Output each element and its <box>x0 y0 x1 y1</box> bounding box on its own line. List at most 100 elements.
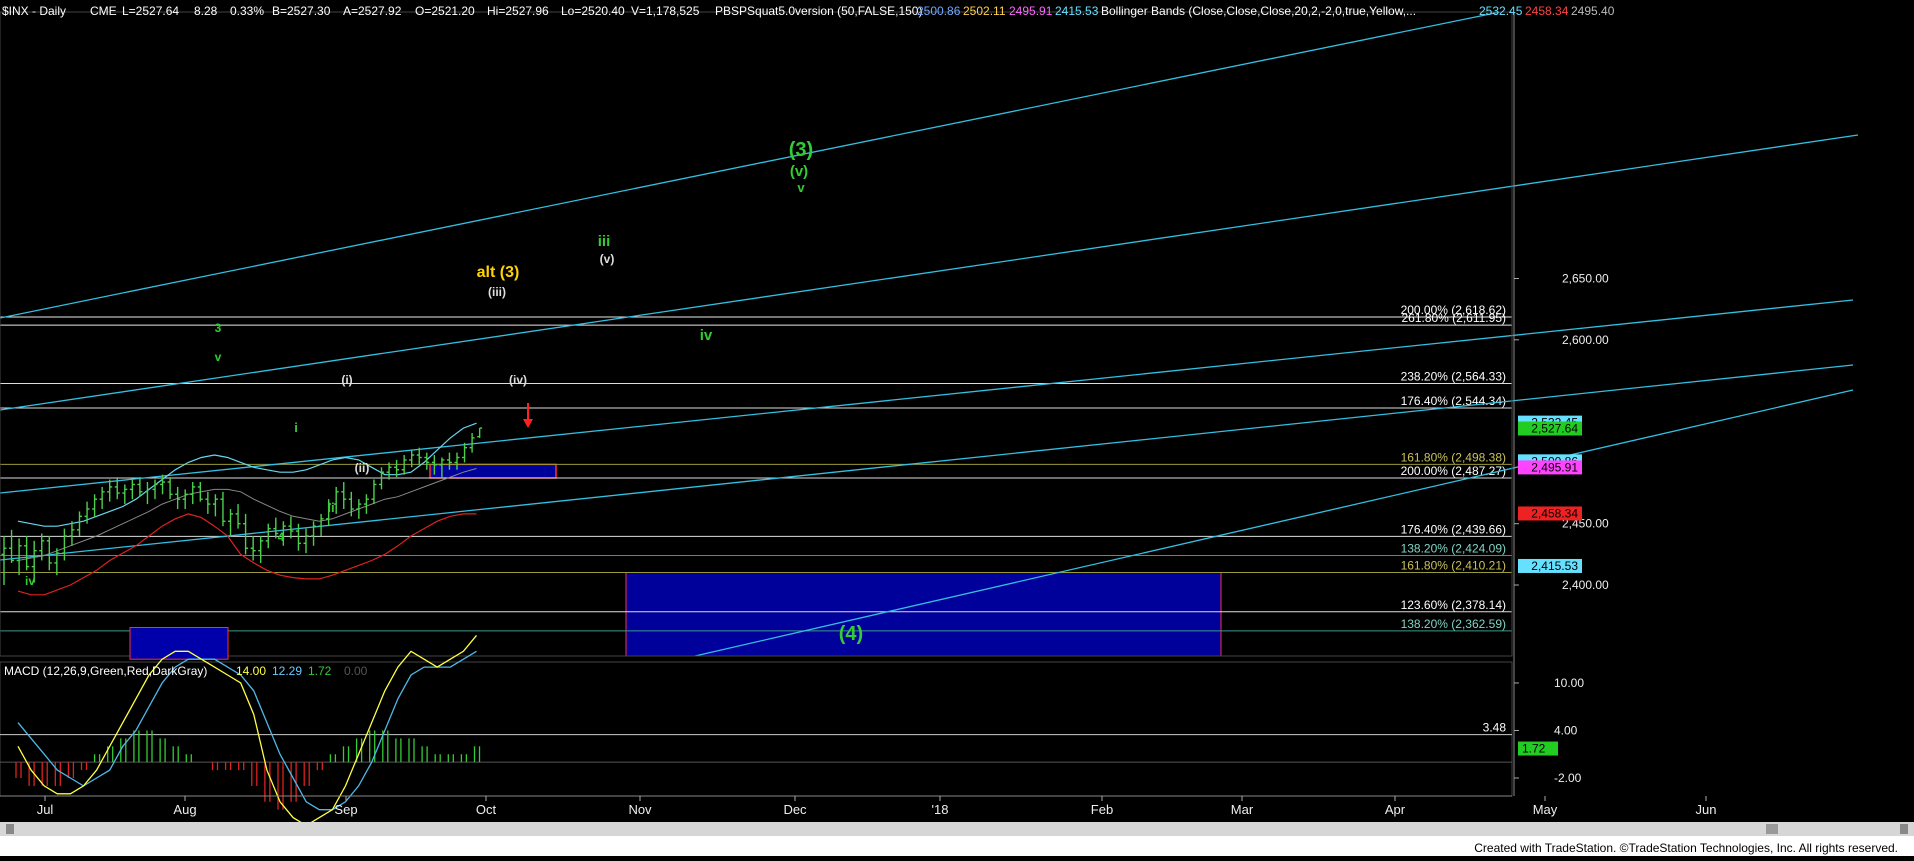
ohlc-bar <box>107 479 113 502</box>
fib-label: 123.60% (2,378.14) <box>1401 598 1506 612</box>
wave-label: iii <box>598 233 611 250</box>
ohlc-bar <box>220 491 226 527</box>
x-tick-label: Dec <box>783 802 807 817</box>
header-field: PBSPSquat5.0version (50,FALSE,150) <box>715 4 922 18</box>
ohlc-bar <box>235 504 241 529</box>
ohlc-bar <box>24 535 30 571</box>
bollinger-value: 2532.45 <box>1479 4 1523 18</box>
x-tick-label: Mar <box>1231 802 1254 817</box>
ohlc-bar <box>469 432 475 453</box>
ohlc-bar <box>54 548 60 576</box>
scrollbar-track <box>0 822 1914 836</box>
target-boxes <box>429 463 1222 657</box>
header-field: V=1,178,525 <box>631 4 700 18</box>
header-legend: $INX - Daily CME L=2527.64 8.28 0.33% B=2527.… <box>2 4 1615 18</box>
fib-label: 161.80% (2,410.21) <box>1401 558 1506 572</box>
scrollbar-left-arrow <box>6 824 14 834</box>
macd-badge-label: 1.72 <box>1522 742 1546 756</box>
indicator-value: 2415.53 <box>1055 4 1099 18</box>
ohlc-bar <box>137 477 143 497</box>
header-field: CME <box>90 4 117 18</box>
header-field: B=2527.30 <box>272 4 331 18</box>
fib-label: 200.00% (2,487.27) <box>1401 464 1506 478</box>
ohlc-bar <box>152 479 158 500</box>
macd-level-label: 3.48 <box>1483 721 1507 735</box>
wave-label: (ii) <box>355 461 370 475</box>
ohlc-bar <box>228 508 233 536</box>
scrollbar-right-arrow <box>1900 824 1908 834</box>
wave-label: (i) <box>341 373 352 387</box>
footer-credit: Created with TradeStation. ©TradeStation… <box>1470 840 1902 856</box>
x-tick-label: Sep <box>334 802 357 817</box>
ohlc-bar <box>318 513 324 536</box>
price-badge-label: 2,527.64 <box>1531 422 1578 436</box>
ohlc-bar <box>212 494 218 517</box>
ohlc-bar <box>386 462 392 480</box>
ohlc-bar <box>92 494 98 518</box>
ohlc-bar <box>311 521 317 546</box>
macd-y-tick-label: -2.00 <box>1554 771 1582 785</box>
wave-label: v <box>797 180 805 195</box>
wave-label: iv <box>700 327 713 344</box>
macd-legend-value: 12.29 <box>272 664 302 678</box>
ohlc-bar <box>371 479 377 505</box>
ohlc-bar <box>129 479 135 500</box>
wave-labels: 3viv4iii(i)(ii)(iii)(iv)(v)alt (3)iiiiv(… <box>25 139 863 645</box>
down-arrow-head <box>523 419 533 428</box>
wave-label: 3 <box>215 321 222 335</box>
ohlc-bar <box>250 535 256 561</box>
y-tick-label: 2,600.00 <box>1562 333 1609 347</box>
x-tick-label: Jul <box>37 802 54 817</box>
header-field: Hi=2527.96 <box>487 4 549 18</box>
macd-legend-value: 14.00 <box>236 664 266 678</box>
ohlc-bar <box>356 499 362 519</box>
macd-box <box>129 627 229 660</box>
header-field: Lo=2520.40 <box>561 4 625 18</box>
header-field: $INX - Daily <box>2 4 66 18</box>
wave-label: (4) <box>839 623 863 645</box>
chart-svg: 200.00% (2,618.62)261.80% (2,611.95)238.… <box>0 4 1914 856</box>
channel-line <box>0 11 1501 319</box>
wave-label: v <box>215 350 222 364</box>
fib-label: 161.80% (2,498.38) <box>1401 450 1506 464</box>
ohlc-bar <box>303 528 309 554</box>
ohlc-bar <box>363 494 369 514</box>
header-field: 0.33% <box>230 4 264 18</box>
macd-title: MACD (12,26,9,Green,Red,DarkGray) <box>4 664 207 678</box>
indicator-value: 2500.86 <box>917 4 961 18</box>
fib-label: 238.20% (2,564.33) <box>1401 370 1506 384</box>
indicator-value: 2502.11 <box>963 4 1006 18</box>
wave-label: (iv) <box>509 373 527 387</box>
price-badge-label: 2,458.34 <box>1531 506 1578 520</box>
ohlc-bar <box>122 484 128 505</box>
x-tick-label: May <box>1533 802 1558 817</box>
wave-label: (v) <box>600 252 615 266</box>
x-tick-label: Nov <box>628 802 652 817</box>
fib-label: 138.20% (2,424.09) <box>1401 541 1506 555</box>
price-badge-label: 2,495.91 <box>1531 460 1578 474</box>
x-tick-label: Feb <box>1091 802 1113 817</box>
ohlc-bar <box>462 442 468 463</box>
ohlc-bar <box>477 427 483 438</box>
x-tick-label: '18 <box>932 802 949 817</box>
macd-legend-value: 1.72 <box>308 664 332 678</box>
ohlc-bar <box>341 482 347 509</box>
wave-label: (v) <box>790 163 808 180</box>
x-tick-label: Jun <box>1696 802 1717 817</box>
x-tick-label: Apr <box>1385 802 1406 817</box>
bb-lower-line <box>17 513 477 596</box>
macd-y-tick-label: 10.00 <box>1554 676 1584 690</box>
header-field: O=2521.20 <box>415 4 475 18</box>
bollinger-value: 2458.34 <box>1525 4 1569 18</box>
ohlc-bar <box>182 489 188 509</box>
ohlc-bar <box>77 511 82 536</box>
price-badge-label: 2,415.53 <box>1531 559 1578 573</box>
fib-label: 138.20% (2,362.59) <box>1401 617 1506 631</box>
indicator-value: 2495.91 <box>1009 4 1053 18</box>
ohlc-bar <box>258 535 264 563</box>
bollinger-value: 2495.40 <box>1571 4 1615 18</box>
fib-label: 261.80% (2,611.95) <box>1401 311 1506 325</box>
ohlc-bar <box>99 486 105 509</box>
ohlc-bar <box>205 491 211 514</box>
header-field: L=2527.64 <box>122 4 179 18</box>
